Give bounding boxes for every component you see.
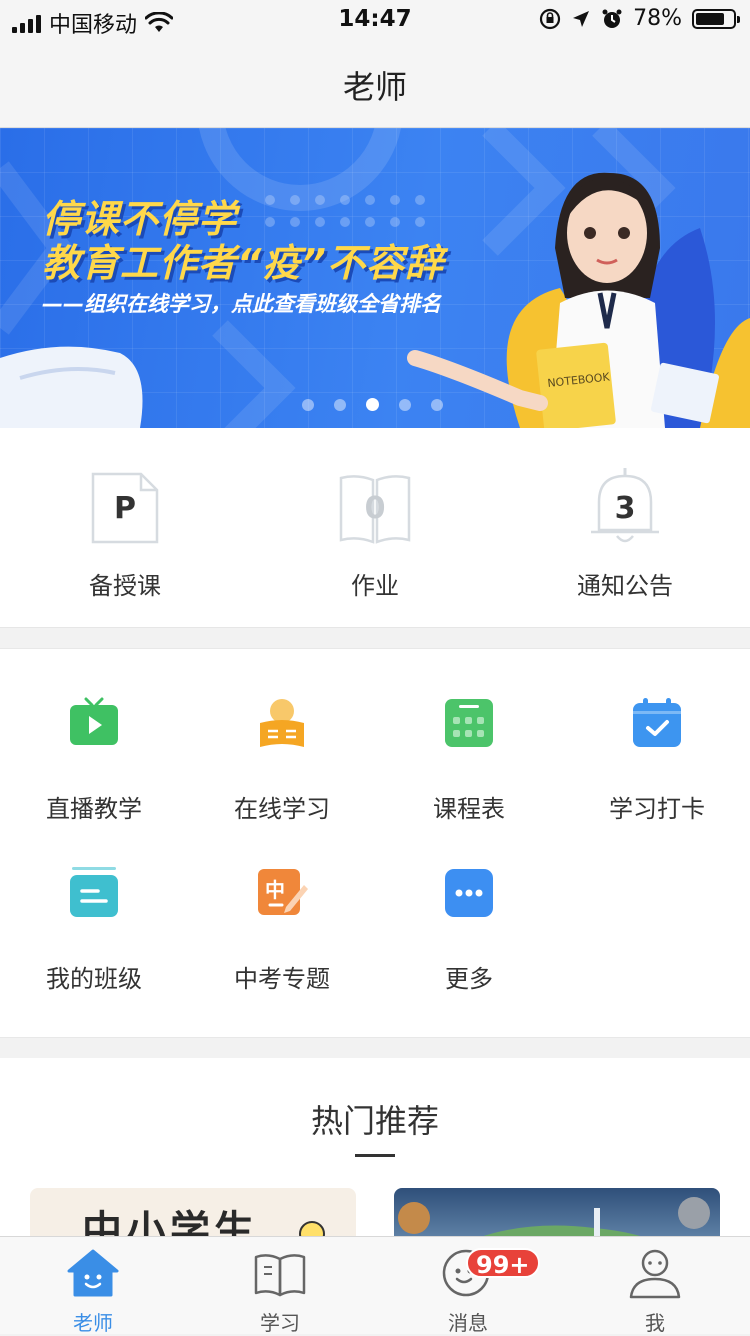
battery-icon (692, 8, 740, 29)
reading-icon (256, 697, 308, 749)
tab-study[interactable]: 学习 (220, 1247, 340, 1336)
hot-recommendations: 热门推荐 中小学生 (0, 1058, 750, 1238)
carousel-dot[interactable] (431, 398, 443, 411)
svg-text:中: 中 (265, 878, 285, 902)
carousel-dot[interactable] (302, 398, 314, 411)
status-bar: 中国移动 14:47 78% (0, 0, 750, 40)
app-live-teaching[interactable]: 直播教学 (0, 697, 188, 824)
nav-bar: 老师 (0, 40, 750, 128)
bell-icon: 3 (591, 468, 659, 544)
app-more-label: 更多 (445, 965, 493, 993)
app-my-class[interactable]: 我的班级 (0, 867, 188, 994)
stat-notices-value: 3 (614, 490, 636, 526)
recommend-card[interactable] (394, 1188, 720, 1238)
card-image (398, 1197, 710, 1238)
stat-notices[interactable]: 3 通知公告 (545, 468, 705, 601)
app-exam-topics-label: 中考专题 (234, 965, 330, 993)
lightbulb-icon (299, 1221, 325, 1238)
carousel-dot[interactable] (334, 398, 346, 411)
carousel-indicator (302, 398, 443, 411)
tv-play-icon (68, 697, 120, 749)
stat-prepare-label: 备授课 (89, 572, 161, 600)
app-more[interactable]: 更多 (375, 867, 563, 994)
person-icon (627, 1247, 683, 1299)
stat-prepare-lessons[interactable]: P 备授课 (45, 472, 205, 601)
banner-subtitle: ——组织在线学习，点此查看班级全省排名 (42, 292, 441, 316)
app-timetable[interactable]: 课程表 (375, 697, 563, 824)
alarm-icon (602, 9, 622, 28)
stat-homework-value: 0 (364, 490, 386, 526)
tab-teacher[interactable]: 老师 (33, 1247, 153, 1336)
tab-study-label: 学习 (260, 1311, 300, 1335)
app-online-learning-label: 在线学习 (234, 795, 330, 823)
stat-homework[interactable]: 0 作业 (295, 472, 455, 601)
app-study-checkin[interactable]: 学习打卡 (563, 697, 750, 824)
tab-me[interactable]: 我 (595, 1247, 715, 1336)
calendar-check-icon (631, 697, 683, 749)
stat-homework-label: 作业 (351, 572, 399, 600)
document-icon: P (91, 472, 159, 544)
title-underline (355, 1154, 395, 1157)
app-online-learning[interactable]: 在线学习 (188, 697, 376, 824)
open-book-icon (252, 1247, 308, 1299)
recommend-card[interactable]: 中小学生 (30, 1188, 356, 1238)
page-title: 老师 (342, 68, 407, 106)
exam-pen-icon: 中 (256, 867, 308, 919)
battery-percent: 78% (633, 6, 682, 31)
orientation-lock-icon (539, 8, 561, 29)
app-exam-topics[interactable]: 中 中考专题 (188, 867, 376, 994)
class-board-icon (68, 867, 120, 919)
app-study-checkin-label: 学习打卡 (609, 795, 705, 823)
tab-bar: 老师 学习 消息 我 (0, 1236, 750, 1336)
battery-level (696, 12, 724, 25)
app-timetable-label: 课程表 (433, 795, 505, 823)
book-icon: 0 (339, 472, 411, 544)
feature-grid: 直播教学 在线学习 课程表 学习打卡 我的班级 中 中考专题 更多 (0, 648, 750, 1038)
teacher-stats: P 备授课 0 作业 3 通知公告 (0, 428, 750, 628)
stat-notices-label: 通知公告 (577, 572, 673, 600)
location-icon (573, 10, 590, 27)
carousel-dot[interactable] (399, 398, 411, 411)
tab-me-label: 我 (645, 1311, 665, 1335)
more-dots-icon (443, 867, 495, 919)
calendar-grid-icon (443, 697, 495, 749)
message-count-badge: 99+ (466, 1248, 540, 1279)
status-right: 78% (539, 6, 740, 31)
tab-messages-label: 消息 (448, 1311, 488, 1335)
banner-headline-2: 教育工作者“疫”不容辞 (42, 241, 444, 285)
app-my-class-label: 我的班级 (46, 965, 142, 993)
section-title: 热门推荐 (310, 1102, 439, 1140)
card-title-art: 中小学生 (82, 1208, 258, 1238)
app-live-teaching-label: 直播教学 (46, 795, 142, 823)
tab-teacher-label: 老师 (73, 1311, 113, 1335)
promo-banner[interactable]: NOTEBOOK 停课不停学 教育工作者“疫”不容辞 ——组织在线学习，点此查看… (0, 128, 750, 428)
stat-prepare-value: P (114, 490, 136, 526)
home-icon (65, 1247, 121, 1299)
carousel-dot[interactable] (366, 398, 379, 411)
